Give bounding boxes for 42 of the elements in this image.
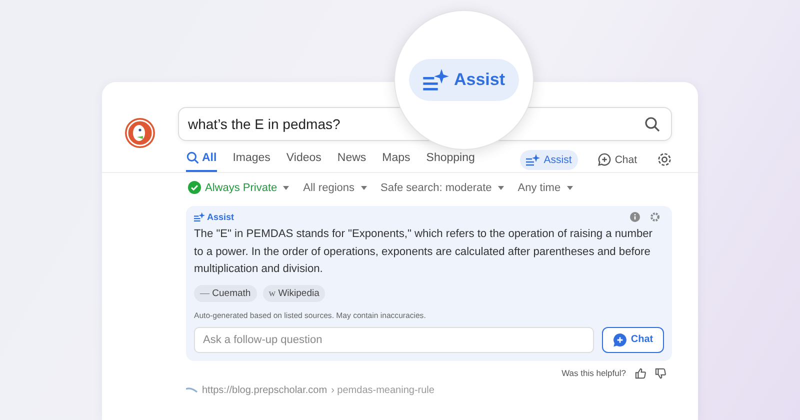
search-tab[interactable]: All: [186, 147, 217, 172]
caret-icon: [360, 186, 366, 190]
feedback-question: Was this helpful?: [562, 368, 626, 378]
assist-label: Assist: [194, 212, 234, 222]
search-tab[interactable]: Images: [232, 147, 270, 172]
thumbs-up-icon[interactable]: [635, 368, 646, 378]
site-favicon-icon: [186, 386, 198, 394]
settings-icon[interactable]: [657, 152, 672, 167]
follow-up-field[interactable]: Ask a follow-up question: [194, 326, 594, 352]
result-url[interactable]: https://blog.prepscholar.com: [202, 384, 328, 396]
filter-dropdown[interactable]: Safe search: moderate: [380, 181, 504, 194]
search-tab[interactable]: News: [337, 147, 366, 172]
search-icon[interactable]: [644, 116, 660, 132]
source-chip[interactable]: w Wikipedia: [262, 284, 326, 302]
duck-logo-icon: [124, 117, 156, 149]
search-tab[interactable]: Maps: [382, 147, 410, 172]
filter-dropdown[interactable]: Any time: [518, 181, 573, 194]
search-tab[interactable]: Shopping: [426, 147, 475, 172]
settings-icon[interactable]: [650, 212, 660, 222]
mode-button[interactable]: Chat: [592, 149, 643, 170]
chat-button[interactable]: Chat: [602, 326, 664, 352]
chat-bubble-icon: [612, 332, 627, 346]
search-icon: [186, 151, 199, 164]
sparkle-lines-icon: [422, 69, 449, 91]
sparkle-lines-icon: [194, 212, 205, 222]
info-icon[interactable]: [630, 212, 640, 222]
result-path: › pemdas-meaning-rule: [331, 384, 434, 396]
caret-icon: [566, 186, 573, 190]
check-circle-icon: [188, 181, 201, 194]
caret-icon: [498, 186, 504, 190]
search-query: what’s the E in pedmas?: [188, 116, 340, 132]
filter-dropdown[interactable]: All regions: [303, 181, 366, 194]
thumbs-down-icon[interactable]: [655, 368, 666, 378]
source-chip[interactable]: — Cuemath: [194, 284, 257, 302]
answer-text: The "E" in PEMDAS stands for "Exponents," which refers to the operation of raising a number to a power. In the order of operations, exponents are calculated after parentheses and before multiplication and division.: [194, 227, 654, 277]
chat-bubble-icon: [598, 153, 611, 166]
assist-button[interactable]: Assist: [408, 59, 520, 101]
mode-button[interactable]: Assist: [520, 150, 578, 170]
sparkle-lines-icon: [526, 154, 540, 166]
caret-icon: [283, 186, 290, 190]
search-tab[interactable]: Videos: [286, 147, 322, 172]
filter-dropdown[interactable]: Always Private: [188, 181, 290, 194]
